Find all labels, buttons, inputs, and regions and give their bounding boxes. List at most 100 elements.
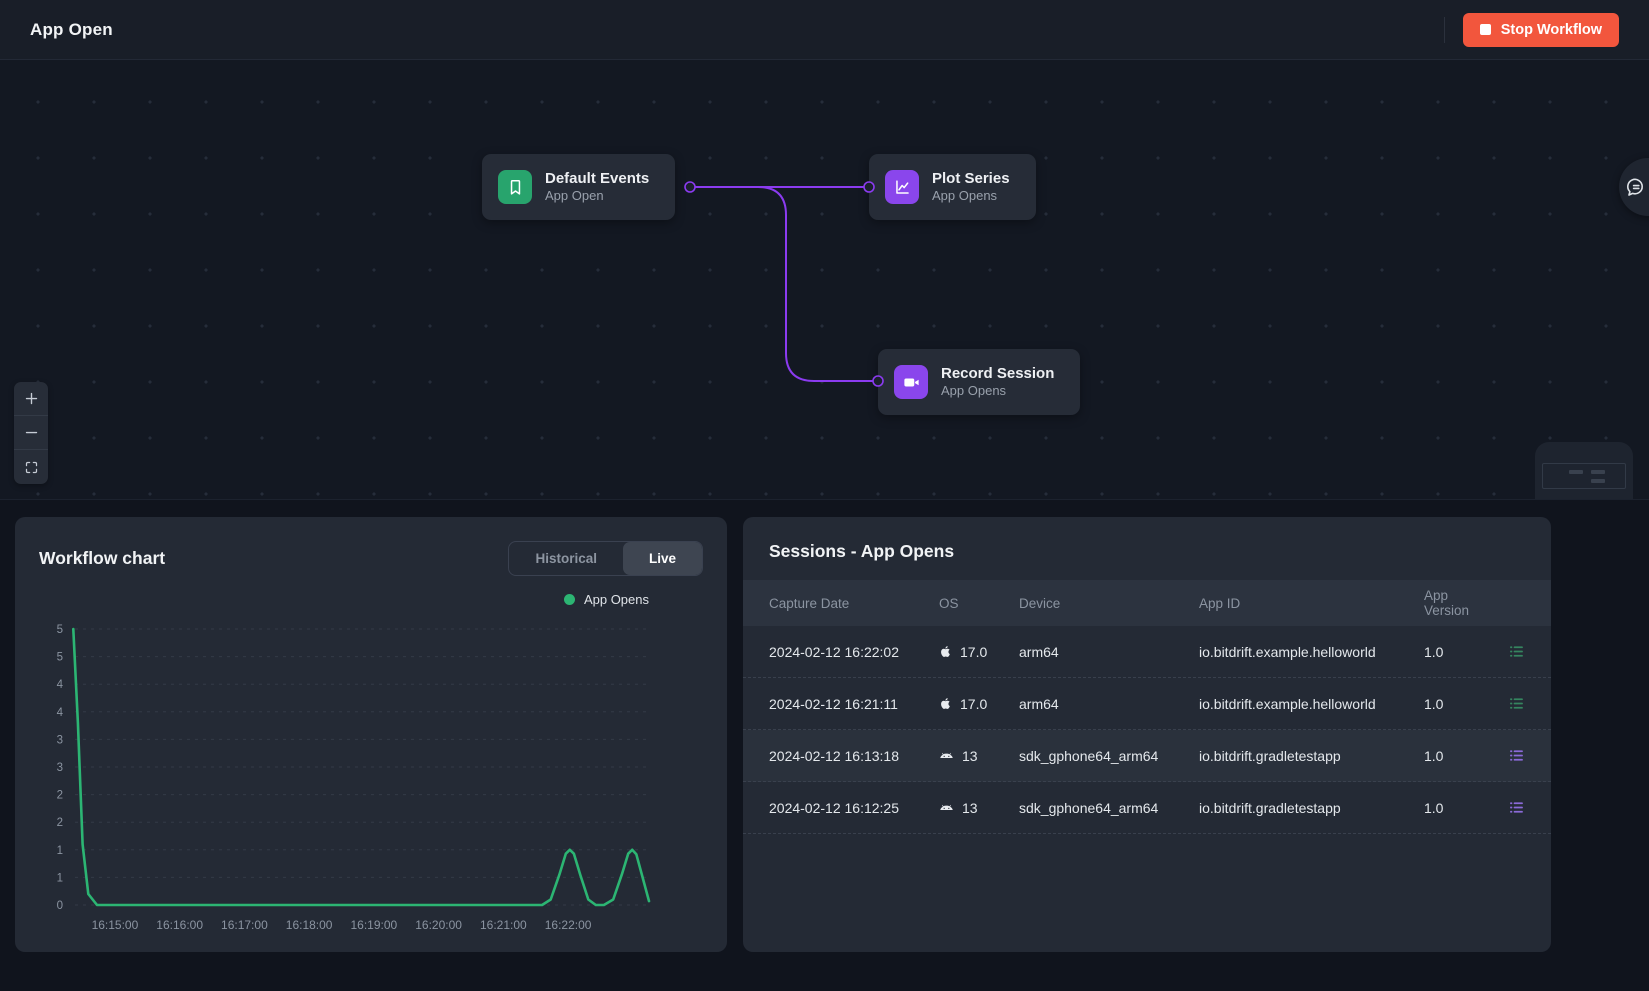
chat-bubble-icon [1624, 175, 1648, 199]
android-icon [939, 749, 954, 762]
canvas-controls [14, 382, 48, 484]
session-device: arm64 [1019, 644, 1199, 660]
node-subtitle: App Opens [932, 188, 1010, 205]
topbar-divider [1444, 17, 1445, 43]
x-tick-label: 16:19:00 [351, 918, 398, 932]
workflow-canvas[interactable]: Default Events App Open Plot Series App … [0, 60, 1649, 500]
line-chart-icon [885, 170, 919, 204]
session-app-version: 1.0 [1424, 696, 1481, 712]
app-opens-line-chart: 5544332211016:15:0016:16:0016:17:0016:18… [39, 615, 703, 945]
session-row[interactable]: 2024-02-12 16:13:1813sdk_gphone64_arm64i… [743, 730, 1551, 782]
session-row[interactable]: 2024-02-12 16:12:2513sdk_gphone64_arm64i… [743, 782, 1551, 834]
y-tick-label: 2 [57, 790, 63, 802]
legend-dot-app-opens [564, 594, 575, 605]
session-capture-date: 2024-02-12 16:12:25 [769, 800, 939, 816]
minimap-node [1591, 470, 1605, 474]
y-tick-label: 5 [57, 652, 63, 664]
node-subtitle: App Open [545, 188, 649, 205]
session-app-id: io.bitdrift.example.helloworld [1199, 696, 1424, 712]
session-logs-list-icon [1508, 747, 1525, 764]
session-app-version: 1.0 [1424, 748, 1481, 764]
col-device: Device [1019, 596, 1199, 611]
session-os: 13 [939, 800, 1019, 816]
session-os: 17.0 [939, 696, 1019, 712]
node-subtitle: App Opens [941, 383, 1054, 400]
node-title: Record Session [941, 364, 1054, 384]
node-record-session[interactable]: Record Session App Opens [878, 349, 1080, 415]
session-logs-list-icon [1508, 799, 1525, 816]
x-tick-label: 16:16:00 [156, 918, 203, 932]
y-tick-label: 0 [57, 900, 63, 912]
session-device: arm64 [1019, 696, 1199, 712]
apple-icon [939, 644, 952, 659]
col-app-id: App ID [1199, 596, 1424, 611]
page-title: App Open [30, 20, 113, 40]
chart-panel-title: Workflow chart [39, 548, 165, 569]
x-tick-label: 16:20:00 [415, 918, 462, 932]
node-default-events[interactable]: Default Events App Open [482, 154, 675, 220]
top-bar: App Open Stop Workflow [0, 0, 1649, 60]
minimap-node [1569, 470, 1583, 474]
apple-icon [939, 696, 952, 711]
session-app-version: 1.0 [1424, 644, 1481, 660]
series-line-app-opens [73, 629, 649, 905]
y-tick-label: 1 [57, 845, 63, 857]
y-tick-label: 1 [57, 872, 63, 884]
workflow-chart-panel: Workflow chart Historical Live App Opens… [15, 517, 727, 952]
session-logs-button[interactable] [1481, 695, 1525, 712]
sessions-panel-title: Sessions - App Opens [769, 541, 1525, 562]
y-tick-label: 2 [57, 817, 63, 829]
port-default-events-out[interactable] [685, 182, 695, 192]
session-app-id: io.bitdrift.example.helloworld [1199, 644, 1424, 660]
session-device: sdk_gphone64_arm64 [1019, 800, 1199, 816]
session-app-id: io.bitdrift.gradletestapp [1199, 748, 1424, 764]
session-row[interactable]: 2024-02-12 16:22:0217.0arm64io.bitdrift.… [743, 626, 1551, 678]
feedback-chat-button[interactable] [1619, 158, 1649, 216]
minimap-viewport [1542, 463, 1626, 489]
y-tick-label: 5 [57, 624, 63, 636]
x-tick-label: 16:17:00 [221, 918, 268, 932]
stop-icon [1480, 24, 1491, 35]
video-camera-icon [894, 365, 928, 399]
fit-view-button[interactable] [14, 450, 48, 484]
minimap-node [1591, 479, 1605, 483]
y-tick-label: 4 [57, 679, 64, 691]
session-logs-button[interactable] [1481, 799, 1525, 816]
workflow-edges [0, 60, 1649, 500]
chart-legend: App Opens [39, 583, 703, 615]
node-title: Default Events [545, 169, 649, 189]
zoom-in-button[interactable] [14, 382, 48, 416]
node-plot-series[interactable]: Plot Series App Opens [869, 154, 1036, 220]
node-title: Plot Series [932, 169, 1010, 189]
sessions-table-body: 2024-02-12 16:22:0217.0arm64io.bitdrift.… [743, 626, 1551, 834]
session-logs-button[interactable] [1481, 747, 1525, 764]
legend-label: App Opens [584, 592, 649, 607]
stop-workflow-label: Stop Workflow [1501, 22, 1602, 38]
x-tick-label: 16:21:00 [480, 918, 527, 932]
session-app-version: 1.0 [1424, 800, 1481, 816]
canvas-minimap[interactable] [1535, 442, 1633, 500]
sessions-table-header: Capture Date OS Device App ID App Versio… [743, 580, 1551, 626]
session-os: 17.0 [939, 644, 1019, 660]
col-capture-date: Capture Date [769, 596, 939, 611]
toggle-historical[interactable]: Historical [509, 542, 623, 575]
session-capture-date: 2024-02-12 16:13:18 [769, 748, 939, 764]
android-icon [939, 801, 954, 814]
session-logs-list-icon [1508, 695, 1525, 712]
historical-live-toggle: Historical Live [508, 541, 703, 576]
toggle-live[interactable]: Live [623, 542, 702, 575]
edge-default-events-record-session[interactable] [690, 187, 878, 381]
session-os: 13 [939, 748, 1019, 764]
y-tick-label: 4 [57, 707, 64, 719]
session-logs-button[interactable] [1481, 643, 1525, 660]
zoom-out-button[interactable] [14, 416, 48, 450]
x-tick-label: 16:22:00 [545, 918, 592, 932]
session-capture-date: 2024-02-12 16:22:02 [769, 644, 939, 660]
col-app-version: App Version [1424, 588, 1481, 618]
session-row[interactable]: 2024-02-12 16:21:1117.0arm64io.bitdrift.… [743, 678, 1551, 730]
session-device: sdk_gphone64_arm64 [1019, 748, 1199, 764]
session-logs-list-icon [1508, 643, 1525, 660]
x-tick-label: 16:15:00 [92, 918, 139, 932]
y-tick-label: 3 [57, 762, 63, 774]
stop-workflow-button[interactable]: Stop Workflow [1463, 13, 1619, 47]
